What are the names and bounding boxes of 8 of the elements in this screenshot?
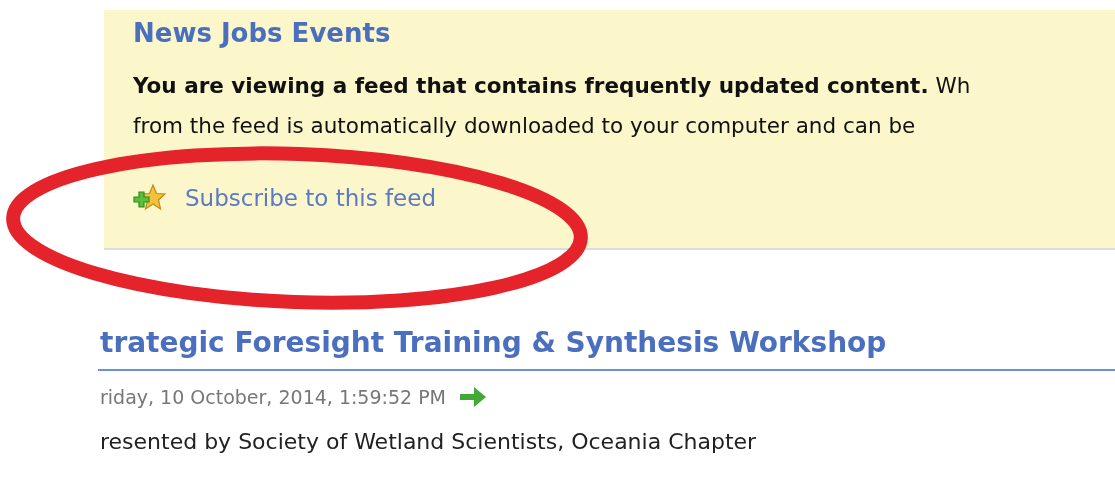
feed-title: News Jobs Events	[133, 18, 391, 48]
feed-description: You are viewing a feed that contains frequently updated content. Wh	[133, 72, 971, 100]
entry-date: riday, 10 October, 2014, 1:59:52 PM	[100, 386, 447, 408]
star-plus-icon	[133, 183, 167, 213]
subscribe-link[interactable]: Subscribe to this feed	[133, 183, 436, 213]
feed-description: from the feed is automatically downloaded to your computer and can be	[133, 112, 916, 140]
entry-title[interactable]: trategic Foresight Training & Synthesis Workshop	[98, 326, 1115, 371]
entry-summary: resented by Society of Wetland Scientists, Oceania Chapter	[100, 429, 758, 454]
